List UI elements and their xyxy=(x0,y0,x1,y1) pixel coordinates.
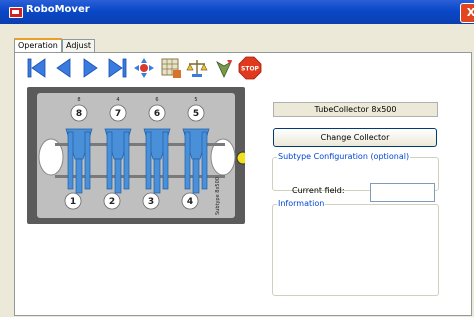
position-label-bottom: 3 xyxy=(148,197,154,207)
selected-collector-label: TubeCollector 8x500 xyxy=(273,102,438,117)
small-label: 8 xyxy=(77,97,80,103)
position-label-top: 8 xyxy=(76,109,82,119)
subtype-config-legend: Subtype Configuration (optional) xyxy=(277,152,411,161)
step-back-icon[interactable] xyxy=(52,56,76,80)
information-group: Information xyxy=(272,199,439,296)
tube-column xyxy=(143,128,171,194)
toolbar: STOP xyxy=(25,56,285,82)
small-label: 6 xyxy=(155,97,158,103)
clean-icon[interactable] xyxy=(212,56,236,80)
position-label-top: 7 xyxy=(115,109,121,119)
operation-panel: STOP 8 4 6 5 8 7 6 5 1 2 3 4 Subtype 8x5… xyxy=(14,52,472,316)
window-title: RoboMover xyxy=(26,4,90,15)
change-collector-button[interactable]: Change Collector xyxy=(273,128,437,147)
close-button[interactable]: X xyxy=(460,3,474,23)
subtype-side-label: Subtype 8x500 xyxy=(215,177,221,215)
title-bar: RoboMover X xyxy=(0,0,474,24)
tube-column xyxy=(182,128,210,194)
app-icon xyxy=(9,7,23,18)
tube-column xyxy=(104,128,132,194)
move-arms-icon[interactable] xyxy=(132,56,156,80)
play-icon[interactable] xyxy=(78,56,102,80)
tab-adjust[interactable]: Adjust xyxy=(62,39,96,52)
grid-config-icon[interactable] xyxy=(159,56,183,80)
current-field-input[interactable] xyxy=(370,183,435,202)
tube-column xyxy=(65,128,93,194)
collector-deck: 8 4 6 5 8 7 6 5 1 2 3 4 Subtype 8x500 xyxy=(27,87,245,224)
scale-icon[interactable] xyxy=(185,56,209,80)
skip-to-start-icon[interactable] xyxy=(25,56,49,80)
information-legend: Information xyxy=(277,199,326,208)
window-body: Operation Adjust STOP 8 4 6 5 8 7 6 5 1 … xyxy=(0,24,474,317)
position-label-bottom: 4 xyxy=(187,197,193,207)
position-label-bottom: 1 xyxy=(70,197,76,207)
indicator-dot xyxy=(236,151,245,165)
position-label-top: 5 xyxy=(193,109,199,119)
stop-icon[interactable]: STOP xyxy=(238,56,262,80)
position-label-bottom: 2 xyxy=(109,197,115,207)
stop-label: STOP xyxy=(241,66,260,73)
current-field-label: Current field: xyxy=(292,186,345,195)
small-label: 5 xyxy=(194,97,197,103)
small-label: 4 xyxy=(116,97,119,103)
position-label-top: 6 xyxy=(154,109,160,119)
skip-to-end-icon[interactable] xyxy=(105,56,129,80)
